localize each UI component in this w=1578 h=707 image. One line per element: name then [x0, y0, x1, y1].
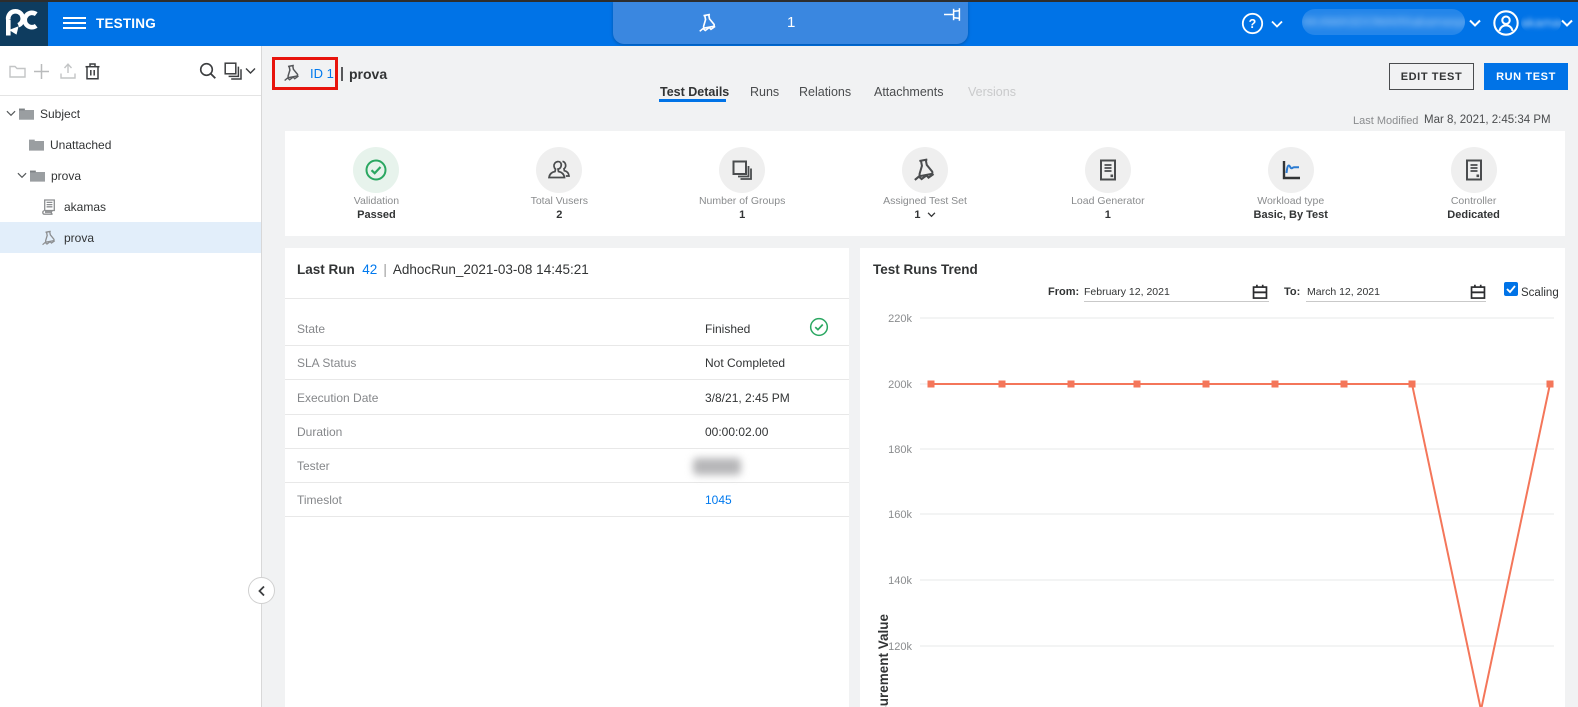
svg-text:Measurement Value: Measurement Value: [876, 613, 891, 707]
svg-text:200k: 200k: [888, 379, 912, 391]
svg-text:220k: 220k: [888, 313, 912, 325]
svg-text:140k: 140k: [888, 575, 912, 587]
svg-text:?: ?: [1249, 17, 1257, 31]
svg-text:160k: 160k: [888, 509, 912, 521]
svg-text:120k: 120k: [888, 641, 912, 653]
svg-text:180k: 180k: [888, 444, 912, 456]
